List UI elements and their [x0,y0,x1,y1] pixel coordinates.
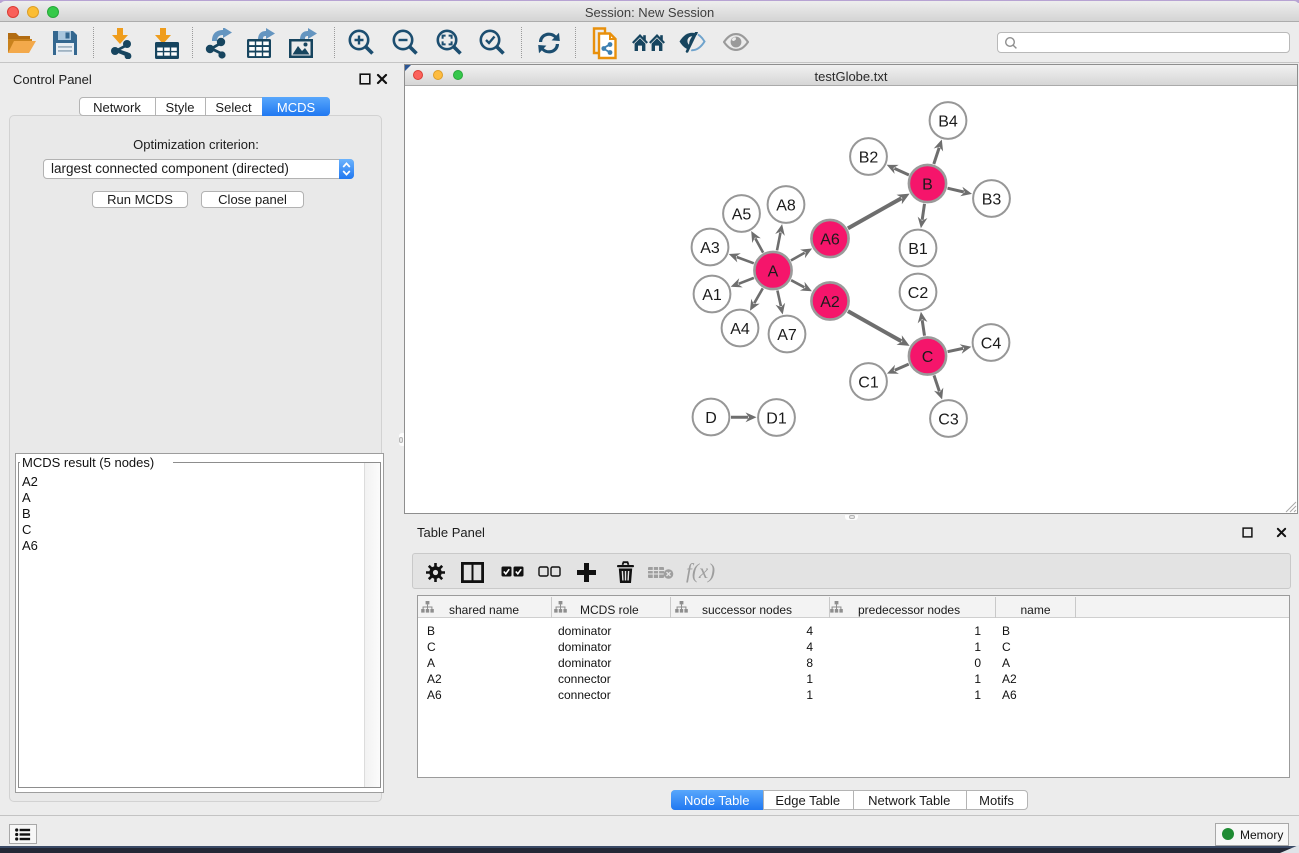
svg-text:A3: A3 [700,239,720,256]
svg-text:A: A [767,263,778,280]
svg-text:A2: A2 [820,293,840,310]
svg-text:C4: C4 [980,335,1001,352]
svg-text:C1: C1 [858,374,879,391]
svg-text:D: D [705,409,717,426]
svg-text:A5: A5 [731,206,751,223]
svg-text:D1: D1 [766,410,787,427]
svg-text:A1: A1 [702,286,722,303]
svg-text:B4: B4 [938,113,958,130]
svg-text:C: C [921,348,933,365]
svg-text:A4: A4 [730,320,750,337]
svg-text:A6: A6 [820,231,840,248]
svg-text:B1: B1 [908,240,928,257]
svg-text:B: B [922,176,933,193]
svg-text:A7: A7 [777,326,797,343]
svg-text:B3: B3 [981,191,1001,208]
svg-text:A8: A8 [776,197,796,214]
svg-text:C2: C2 [907,284,928,301]
svg-text:B2: B2 [858,149,878,166]
svg-text:C3: C3 [938,411,959,428]
